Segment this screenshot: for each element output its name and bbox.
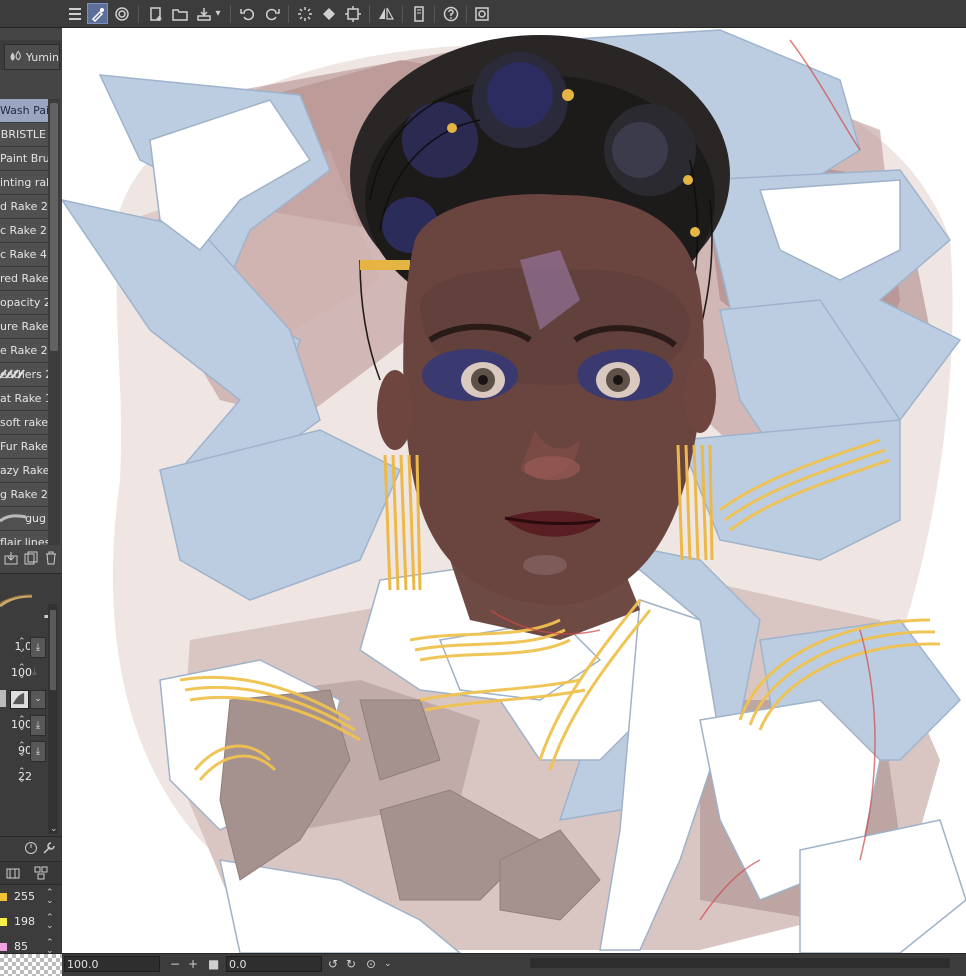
tab-label: Yumin xyxy=(25,50,59,64)
spinner-icon[interactable]: ⌃ ⌄ xyxy=(46,939,54,954)
zoom-field[interactable]: 100.0 xyxy=(64,956,160,972)
help-icon[interactable] xyxy=(440,3,461,24)
rotate-left-icon[interactable]: ↺ xyxy=(328,957,338,971)
duplicate-icon[interactable] xyxy=(24,551,38,565)
zoom-out-icon[interactable]: − xyxy=(170,957,180,971)
busy-icon[interactable] xyxy=(294,3,315,24)
chevron-down-icon[interactable]: ⌄ xyxy=(50,824,58,834)
color-swatch xyxy=(0,893,7,901)
pressure-button[interactable]: ⤓ xyxy=(30,637,46,658)
redo-icon[interactable] xyxy=(261,3,282,24)
brush-list: Wash Paint BRISTLE Paint Brush inting ra… xyxy=(0,99,48,545)
device-icon[interactable] xyxy=(408,3,429,24)
brush-item[interactable]: c Rake 4 xyxy=(0,243,48,267)
brush-item[interactable]: ure Rake xyxy=(0,315,48,339)
brush-item[interactable]: BRISTLE xyxy=(0,123,48,147)
pressure-icon[interactable]: ⤓ xyxy=(32,665,37,679)
scrollbar-thumb[interactable] xyxy=(50,103,58,351)
brush-item[interactable]: red Rake xyxy=(0,267,48,291)
brush-preview xyxy=(0,594,33,608)
brush-group-tabs: Yumin xyxy=(0,40,62,70)
blend-swatch xyxy=(0,690,6,707)
color-swatch xyxy=(0,918,7,926)
color-slider-section: 255 ⌃ ⌄ 198 ⌃ ⌄ 85 ⌃ ⌄ xyxy=(0,884,62,953)
chevron-down-icon[interactable]: ▾ xyxy=(212,3,224,24)
color-blue-row: 85 ⌃ ⌄ xyxy=(0,935,62,953)
brush-item[interactable]: at Rake 1 xyxy=(0,387,48,411)
brush-item[interactable]: soft rake xyxy=(0,411,48,435)
spinner-icon[interactable]: ⌃ ⌄ xyxy=(18,768,26,785)
color-wheel-tab-icon[interactable] xyxy=(6,866,20,883)
transform-icon[interactable] xyxy=(342,3,363,24)
transparency-swatch xyxy=(0,954,62,976)
brush-item[interactable]: flair lines xyxy=(0,531,48,545)
menu-icon[interactable] xyxy=(64,3,85,24)
brush-item[interactable]: Fur Rake xyxy=(0,435,48,459)
open-folder-icon[interactable] xyxy=(169,3,190,24)
save-icon[interactable] xyxy=(193,3,214,24)
brush-tool-icon[interactable] xyxy=(87,3,108,24)
wrench-icon[interactable] xyxy=(42,841,56,858)
status-bar: 100.0 − + ■ 0.0 ↺ ↻ ⊙ ⌄ xyxy=(0,953,966,976)
spinner-icon[interactable]: ⌃ ⌄ xyxy=(18,664,26,681)
command-bar: ▾ xyxy=(0,0,966,28)
spinner-icon[interactable]: ⌃ ⌄ xyxy=(46,889,54,906)
water-drop-icon xyxy=(10,50,21,61)
spinner-icon[interactable]: ⌃ ⌄ xyxy=(18,716,26,733)
canvas-scrollbar[interactable] xyxy=(530,958,950,968)
property-footer xyxy=(0,836,62,861)
undo-icon[interactable] xyxy=(237,3,258,24)
brush-item[interactable]: g Rake 2 xyxy=(0,483,48,507)
stop-icon[interactable]: ■ xyxy=(208,957,219,971)
color-red-row: 255 ⌃ ⌄ xyxy=(0,885,62,909)
flip-icon[interactable] xyxy=(375,3,396,24)
rotation-field[interactable]: 0.0 xyxy=(226,956,322,972)
brush-item[interactable]: azy Rake xyxy=(0,459,48,483)
trash-icon[interactable] xyxy=(44,551,58,565)
brush-item[interactable]: Wash Paint xyxy=(0,99,48,123)
chevron-down-icon[interactable]: ⌄ xyxy=(384,959,392,969)
spinner-icon[interactable]: ⌃ ⌄ xyxy=(18,742,26,759)
property-scrollbar[interactable] xyxy=(48,604,58,834)
search-icon[interactable] xyxy=(471,3,492,24)
brush-item[interactable]: gug xyxy=(0,507,48,531)
spinner-icon[interactable]: ⌃ ⌄ xyxy=(46,914,54,931)
brush-list-scrollbar[interactable] xyxy=(48,99,60,545)
brush-item[interactable]: d Rake 2 xyxy=(0,195,48,219)
canvas-artwork xyxy=(62,29,966,953)
pressure-button[interactable]: ⤓ xyxy=(30,715,46,736)
brush-item[interactable]: opacity 2 xyxy=(0,291,48,315)
blend-mode-icon[interactable] xyxy=(10,690,29,709)
tab-yumin[interactable]: Yumin xyxy=(4,44,60,70)
spinner-icon[interactable]: ⌃ ⌄ xyxy=(18,638,26,655)
new-canvas-icon[interactable] xyxy=(145,3,166,24)
brush-list-actions xyxy=(0,548,62,570)
fill-icon[interactable] xyxy=(318,3,339,24)
color-set-tab-icon[interactable] xyxy=(34,866,48,883)
tool-property-section: 🔓︎ 1.0 ⌃⌄ ⤓ 100 ⌃⌄ ⤓ ⌄ 100 ⌃⌄ ⤓ 90 ⌃⌄ ⤓ xyxy=(0,573,62,836)
brush-item[interactable]: eathers 2 xyxy=(0,363,48,387)
import-icon[interactable] xyxy=(4,551,18,565)
drawing-canvas[interactable] xyxy=(62,28,966,953)
spiral-icon[interactable] xyxy=(111,3,132,24)
reset-rotation-icon[interactable]: ⊙ xyxy=(366,957,376,971)
chevron-down-icon[interactable]: ⌄ xyxy=(30,690,46,709)
brush-item[interactable]: inting rake xyxy=(0,171,48,195)
brush-item[interactable]: Paint Brush xyxy=(0,147,48,171)
tool-property-panel: Yumin Wash Paint BRISTLE Paint Brush int… xyxy=(0,28,62,953)
color-swatch xyxy=(0,943,7,951)
brush-item[interactable]: e Rake 2 xyxy=(0,339,48,363)
brush-item[interactable]: c Rake 2 xyxy=(0,219,48,243)
reset-icon[interactable] xyxy=(24,841,38,858)
rotate-right-icon[interactable]: ↻ xyxy=(346,957,356,971)
pressure-button[interactable]: ⤓ xyxy=(30,741,46,762)
color-tabs xyxy=(0,861,62,884)
zoom-in-icon[interactable]: + xyxy=(188,957,198,971)
color-green-row: 198 ⌃ ⌄ xyxy=(0,910,62,934)
